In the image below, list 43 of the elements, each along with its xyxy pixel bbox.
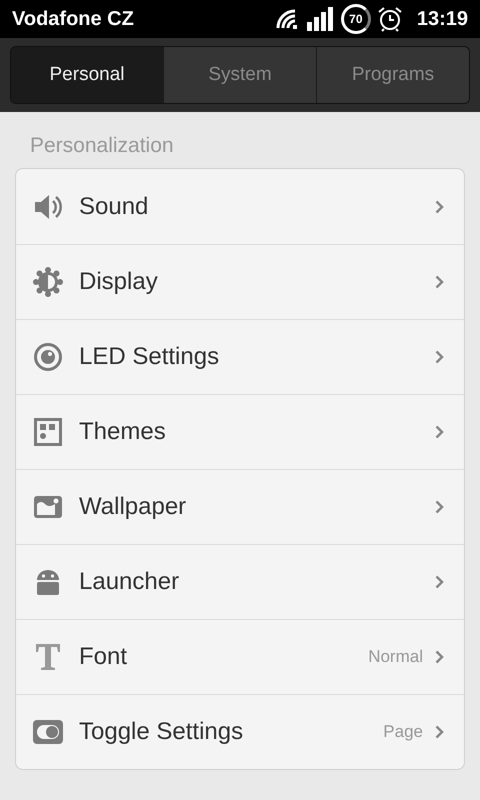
led-icon — [33, 342, 63, 372]
chevron-icon — [435, 500, 444, 514]
tab[interactable]: Programs — [316, 47, 469, 103]
chevron-icon — [435, 200, 444, 214]
settings-row[interactable]: Font Normal — [16, 619, 464, 694]
row-label: LED Settings — [79, 343, 220, 371]
row-label: Toggle Settings — [79, 718, 244, 746]
chevron-icon — [435, 650, 444, 664]
signal-icon — [306, 7, 335, 31]
alarm-clock-icon — [376, 6, 403, 32]
chevron-icon — [435, 725, 444, 739]
tab[interactable]: Personal — [11, 47, 163, 103]
row-label: Font — [79, 643, 128, 671]
settings-row[interactable]: Launcher — [16, 544, 464, 619]
chevron-icon — [435, 275, 444, 289]
chevron-icon — [435, 575, 444, 589]
settings-row[interactable]: Themes — [16, 394, 464, 469]
robot-icon — [36, 568, 60, 596]
speaker-icon — [33, 192, 63, 220]
row-label: Launcher — [79, 568, 180, 596]
brightness-icon — [33, 267, 63, 297]
settings-row[interactable]: Toggle Settings Page — [16, 694, 464, 769]
chevron-icon — [435, 350, 444, 364]
settings-row[interactable]: Sound — [16, 169, 464, 244]
settings-row[interactable]: Wallpaper — [16, 469, 464, 544]
row-value: Normal — [368, 647, 423, 667]
row-value: Page — [383, 722, 423, 742]
battery-indicator: 70 — [340, 4, 371, 34]
settings-row[interactable]: Display — [16, 244, 464, 319]
row-label: Themes — [79, 418, 167, 446]
carrier-name: Vodafone CZ — [12, 8, 135, 30]
tiles-icon — [34, 418, 62, 446]
serif-letter-icon — [35, 643, 61, 671]
row-label: Sound — [79, 192, 150, 220]
row-label: Display — [79, 268, 159, 296]
row-label: Wallpaper — [79, 493, 188, 521]
toggle-icon — [33, 720, 63, 744]
picture-icon — [33, 495, 63, 519]
clock-time: 13:19 — [416, 8, 468, 30]
tab[interactable]: System — [163, 47, 316, 103]
section-title: Personalization — [29, 133, 175, 159]
chevron-icon — [435, 425, 444, 439]
settings-row[interactable]: LED Settings — [16, 319, 464, 394]
